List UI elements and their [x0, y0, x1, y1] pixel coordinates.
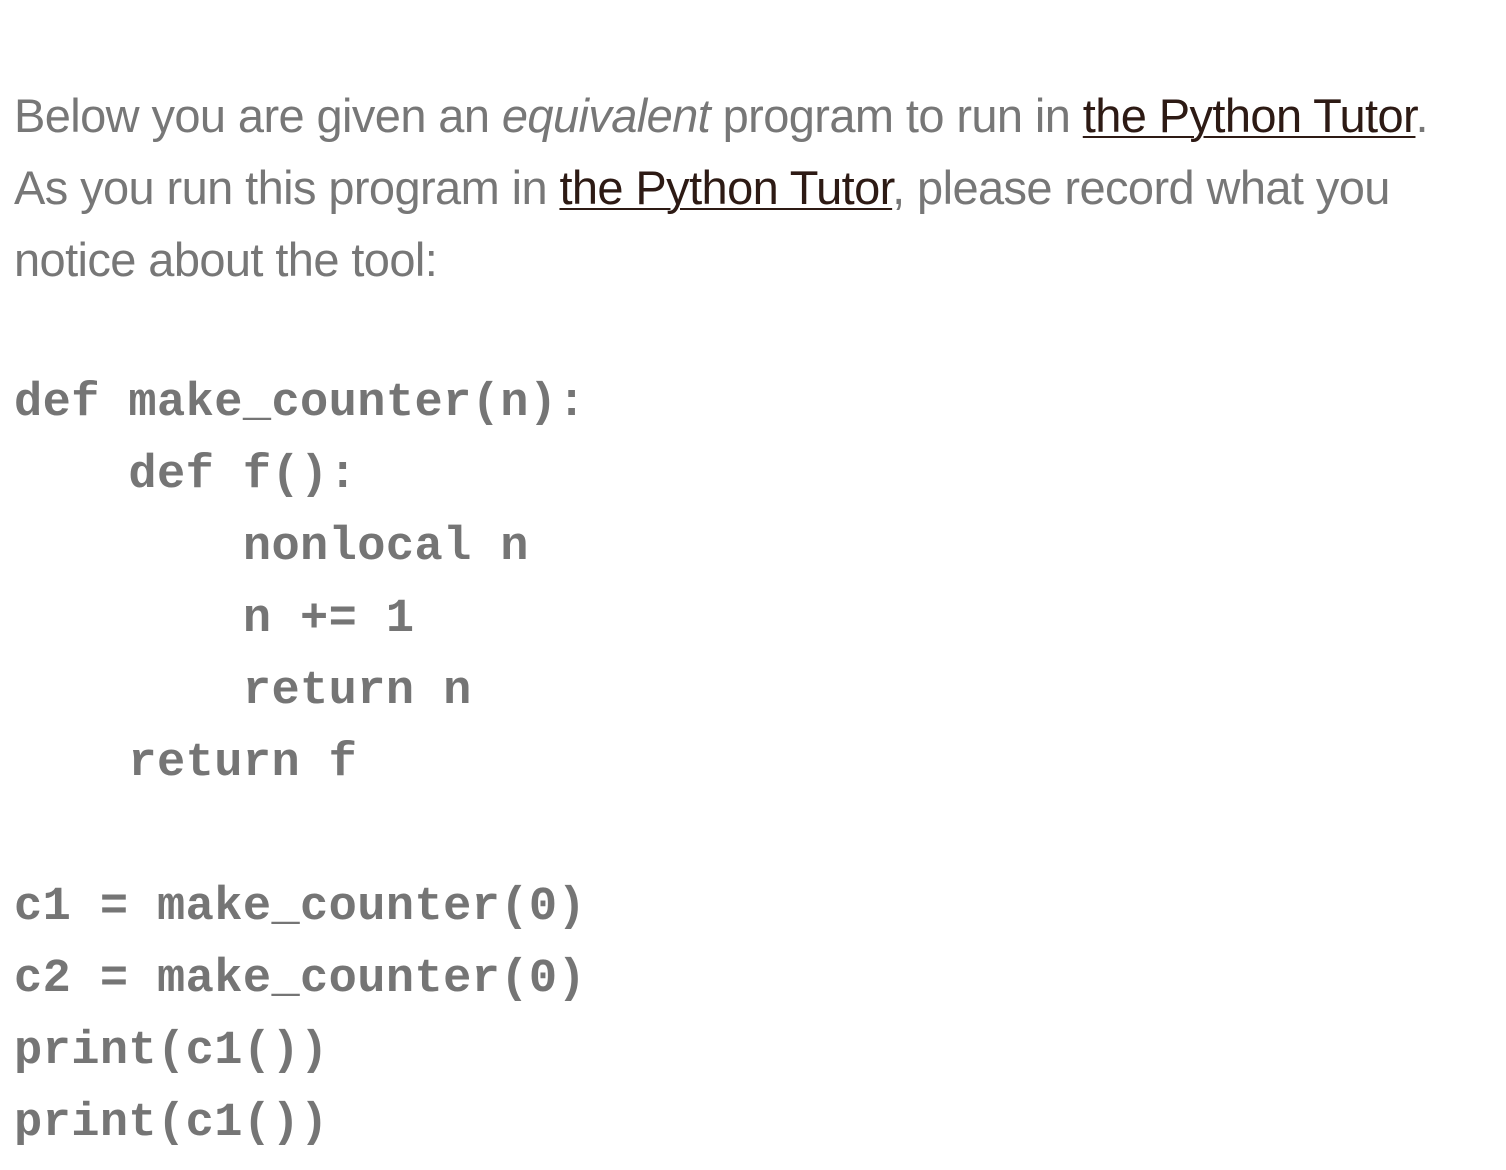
intro-paragraph: Below you are given an equivalent progra…: [14, 80, 1504, 296]
intro-emphasis: equivalent: [501, 89, 711, 142]
code-line: def f():: [14, 449, 358, 502]
python-tutor-link-1[interactable]: the Python Tutor: [1083, 89, 1416, 142]
intro-text-3: .: [1415, 89, 1428, 142]
main-content: Below you are given an equivalent progra…: [14, 80, 1504, 1160]
intro-text-4: As you run this program in: [14, 161, 560, 214]
code-line: nonlocal n: [14, 521, 529, 574]
intro-text-1: Below you are given an: [14, 89, 502, 142]
code-block: def make_counter(n): def f(): nonlocal n…: [14, 368, 1504, 1160]
python-tutor-link-2[interactable]: the Python Tutor: [559, 161, 892, 214]
code-line: n += 1: [14, 593, 415, 646]
intro-text-2: program to run in: [710, 89, 1083, 142]
code-line: print(c1()): [14, 1097, 329, 1150]
code-line: return f: [14, 737, 358, 790]
code-line: c1 = make_counter(0): [14, 881, 587, 934]
intro-text-6: notice about the tool:: [14, 233, 438, 286]
intro-text-5: , please record what you: [892, 161, 1390, 214]
code-line: def make_counter(n):: [14, 377, 587, 430]
code-line: return n: [14, 665, 472, 718]
code-line: c2 = make_counter(0): [14, 953, 587, 1006]
code-line: print(c1()): [14, 1025, 329, 1078]
